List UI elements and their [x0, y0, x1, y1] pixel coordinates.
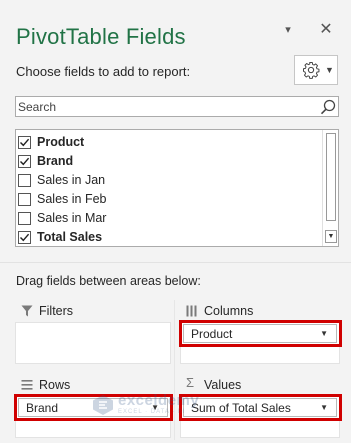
rows-area-title: Rows: [39, 378, 71, 392]
chevron-down-icon: ▼: [325, 65, 334, 75]
search-box[interactable]: [15, 96, 339, 117]
checkbox-checked[interactable]: [18, 136, 31, 149]
pivot-fields-pane: PivotTable Fields ▾ ✕ Choose fields to a…: [0, 0, 351, 443]
watermark-subtext: EXCEL · DATA · BI: [118, 409, 186, 415]
field-item-sales-in-jan[interactable]: Sales in Jan: [16, 171, 322, 190]
checkbox-unchecked[interactable]: [18, 174, 31, 187]
task-pane-options-icon[interactable]: ▾: [282, 24, 294, 36]
gear-icon: [303, 62, 320, 79]
search-icon[interactable]: [320, 99, 336, 115]
vertical-scrollbar[interactable]: ▼: [322, 130, 338, 246]
field-item-brand[interactable]: Brand: [16, 152, 322, 171]
field-list: Product Brand Sales in Jan Sales in Feb …: [15, 129, 339, 247]
filter-icon: [21, 305, 33, 317]
values-area-header: Σ Values: [180, 374, 340, 394]
watermark: exceldemy EXCEL · DATA · BI: [92, 392, 199, 420]
columns-area-header: Columns: [180, 300, 340, 320]
filters-area: Filters: [15, 300, 171, 366]
filters-area-title: Filters: [39, 304, 74, 318]
rows-icon: [21, 380, 33, 390]
watermark-text: exceldemy: [118, 392, 200, 409]
field-label: Brand: [37, 154, 74, 168]
scrollbar-thumb[interactable]: [326, 133, 336, 221]
pane-title: PivotTable Fields: [16, 24, 186, 49]
field-label: Sales in Mar: [37, 211, 107, 225]
field-label: Total Sales: [37, 230, 103, 244]
columns-area-title: Columns: [204, 304, 254, 318]
field-label: Product: [37, 135, 85, 149]
field-label: Sales in Jan: [37, 173, 106, 187]
pane-header: PivotTable Fields ▾ ✕: [0, 0, 351, 52]
highlight-box: [179, 394, 342, 421]
checkbox-unchecked[interactable]: [18, 193, 31, 206]
field-label: Sales in Feb: [37, 192, 107, 206]
values-area-title: Values: [204, 378, 242, 392]
checkbox-checked[interactable]: [18, 231, 31, 244]
sigma-icon: Σ: [186, 375, 195, 390]
checkbox-checked[interactable]: [18, 155, 31, 168]
columns-icon: [186, 305, 197, 317]
search-input[interactable]: [18, 98, 308, 115]
field-item-sales-in-feb[interactable]: Sales in Feb: [16, 190, 322, 209]
tools-button[interactable]: ▼: [294, 55, 338, 85]
highlight-box: [179, 320, 342, 347]
watermark-logo-icon: [93, 395, 113, 415]
drag-fields-label: Drag fields between areas below:: [16, 274, 201, 288]
choose-fields-label: Choose fields to add to report:: [16, 64, 191, 79]
close-icon[interactable]: ✕: [318, 22, 334, 38]
field-item-product[interactable]: Product: [16, 133, 322, 152]
rows-area-header: Rows: [15, 374, 171, 394]
checkbox-unchecked[interactable]: [18, 212, 31, 225]
filters-area-header: Filters: [15, 300, 171, 320]
field-item-total-sales[interactable]: Total Sales: [16, 228, 322, 247]
filters-drop-zone[interactable]: [15, 322, 171, 364]
section-divider: [0, 262, 351, 263]
scroll-down-arrow-icon[interactable]: ▼: [325, 230, 337, 243]
field-item-sales-in-mar[interactable]: Sales in Mar: [16, 209, 322, 228]
